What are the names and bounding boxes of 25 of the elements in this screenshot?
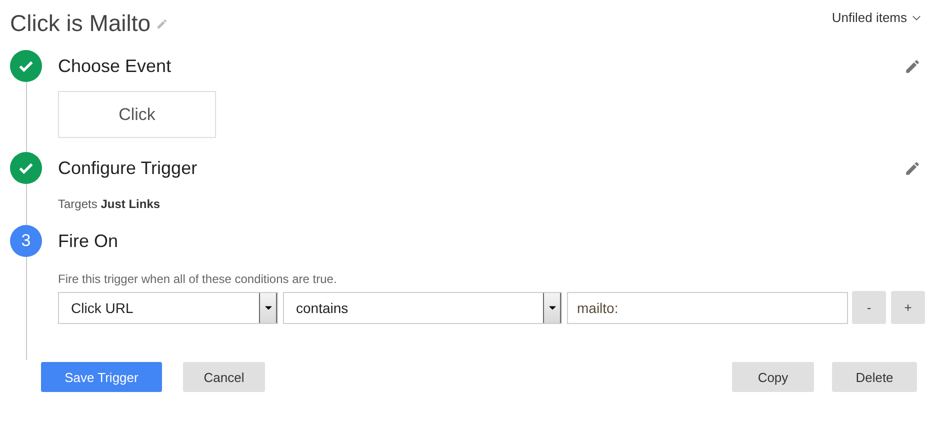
caret-icon: [548, 306, 556, 310]
action-button[interactable]: Copy: [732, 362, 814, 392]
value-field[interactable]: mailto:: [567, 292, 848, 324]
chevron-down-icon: [912, 14, 921, 20]
step-title: Choose Event: [58, 56, 172, 76]
event-card[interactable]: Click: [58, 91, 216, 138]
caret-icon: [264, 306, 272, 310]
pencil-icon[interactable]: [904, 58, 921, 74]
add-condition-button[interactable]: +: [891, 291, 925, 324]
action-button[interactable]: Save Trigger: [41, 362, 162, 392]
remove-condition-button[interactable]: -: [852, 291, 886, 324]
step-title: Fire On: [58, 230, 118, 252]
operator-select[interactable]: contains: [283, 292, 562, 324]
targets-text: Targets Just Links: [58, 197, 162, 211]
check-icon: [10, 152, 42, 184]
check-icon: [10, 50, 42, 82]
variable-select[interactable]: Click URL: [58, 292, 278, 324]
folder-dropdown[interactable]: Unfiled items: [832, 10, 921, 25]
conditions-hint: Fire this trigger when all of these conditions are true.: [58, 272, 338, 286]
pencil-icon[interactable]: [904, 160, 921, 176]
action-button[interactable]: Cancel: [183, 362, 265, 392]
step-number: 3: [10, 225, 42, 257]
action-button[interactable]: Delete: [832, 362, 917, 392]
step-title: Configure Trigger: [58, 158, 198, 178]
trigger-title: Click is Mailto: [10, 10, 151, 37]
